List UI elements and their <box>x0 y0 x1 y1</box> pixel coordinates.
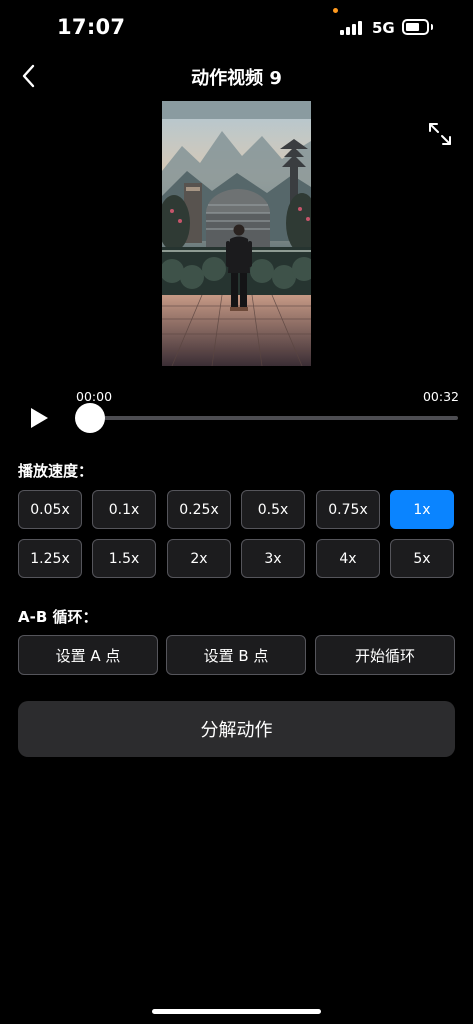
play-button[interactable] <box>28 406 50 430</box>
battery-level <box>406 23 419 31</box>
current-time: 00:00 <box>76 389 113 404</box>
start-loop-button[interactable]: 开始循环 <box>315 635 455 675</box>
signal-bars-icon <box>340 21 366 35</box>
decompose-action-button[interactable]: 分解动作 <box>18 701 455 757</box>
speed-option-4x[interactable]: 4x <box>316 539 380 578</box>
battery-cap <box>431 24 433 30</box>
speed-option-1_5x[interactable]: 1.5x <box>92 539 156 578</box>
speed-option-0_75x[interactable]: 0.75x <box>316 490 380 529</box>
progress-track[interactable] <box>92 416 458 420</box>
speed-option-5x[interactable]: 5x <box>390 539 454 578</box>
set-a-point-button[interactable]: 设置 A 点 <box>18 635 158 675</box>
play-icon <box>31 408 48 428</box>
privacy-indicator-dot <box>333 8 338 13</box>
progress-thumb[interactable] <box>75 403 105 433</box>
speed-option-0_5x[interactable]: 0.5x <box>241 490 305 529</box>
status-time: 17:07 <box>57 15 126 39</box>
home-indicator <box>152 1009 321 1014</box>
set-b-point-button[interactable]: 设置 B 点 <box>166 635 306 675</box>
ab-loop-section-label: A-B 循环： <box>18 608 98 626</box>
speed-option-0_25x[interactable]: 0.25x <box>167 490 231 529</box>
speed-section-label: 播放速度： <box>18 462 94 480</box>
speed-option-1x[interactable]: 1x <box>390 490 454 529</box>
speed-option-0_1x[interactable]: 0.1x <box>92 490 156 529</box>
video-player[interactable] <box>162 101 311 366</box>
speed-option-3x[interactable]: 3x <box>241 539 305 578</box>
network-type: 5G <box>372 19 395 37</box>
battery-icon <box>402 19 429 35</box>
speed-option-2x[interactable]: 2x <box>167 539 231 578</box>
expand-arrows-icon <box>429 123 451 145</box>
duration-time: 00:32 <box>422 389 459 404</box>
page-title: 动作视频 9 <box>191 68 282 89</box>
fullscreen-button[interactable] <box>427 121 453 147</box>
speed-option-0_05x[interactable]: 0.05x <box>18 490 82 529</box>
speed-option-1_25x[interactable]: 1.25x <box>18 539 82 578</box>
video-frame-image <box>162 101 311 366</box>
